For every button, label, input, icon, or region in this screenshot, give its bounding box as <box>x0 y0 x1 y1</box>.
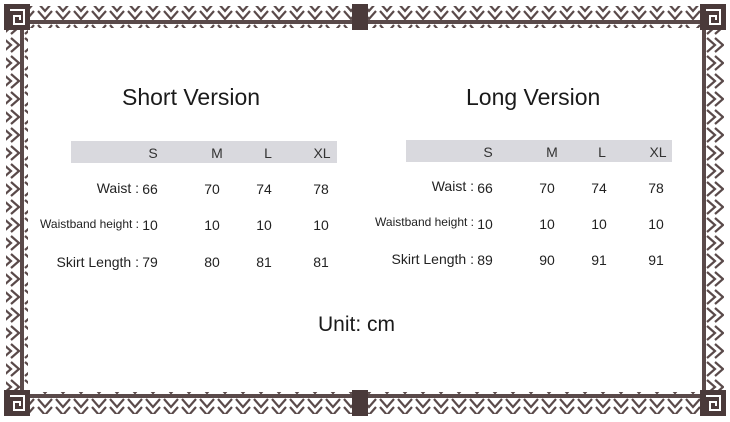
short-header-l: L <box>264 145 272 161</box>
long-header-xl: XL <box>649 144 667 160</box>
short-header-s: S <box>148 145 158 161</box>
long-waistband-l: 10 <box>591 216 607 232</box>
long-waist-xl: 78 <box>648 180 664 196</box>
unit-label: Unit: cm <box>318 313 396 336</box>
short-row-label-waist: Waist : <box>96 180 139 196</box>
short-length-m: 80 <box>204 254 220 270</box>
short-waist-m: 70 <box>204 181 220 197</box>
long-row-label-waist: Waist : <box>431 178 474 194</box>
long-length-m: 90 <box>539 252 555 268</box>
long-size-header-bar <box>406 140 672 162</box>
long-waist-l: 74 <box>591 180 607 196</box>
short-waist-xl: 78 <box>313 181 329 197</box>
long-header-s: S <box>483 144 493 160</box>
long-waistband-s: 10 <box>477 216 493 232</box>
short-size-header-bar <box>71 141 337 163</box>
short-length-s: 79 <box>142 254 158 270</box>
long-row-label-skirt-length: Skirt Length : <box>391 251 475 267</box>
long-length-s: 89 <box>477 252 493 268</box>
short-waistband-m: 10 <box>204 217 220 233</box>
short-waistband-s: 10 <box>142 217 158 233</box>
short-row-label-waistband: Waistband height : <box>40 217 139 231</box>
decorative-border <box>4 4 726 416</box>
long-header-l: L <box>598 144 606 160</box>
short-waistband-xl: 10 <box>313 217 329 233</box>
long-header-m: M <box>546 144 558 160</box>
short-waist-l: 74 <box>256 181 272 197</box>
short-waistband-l: 10 <box>256 217 272 233</box>
short-header-m: M <box>211 145 223 161</box>
long-waistband-xl: 10 <box>648 216 664 232</box>
long-version-title: Long Version <box>466 84 601 110</box>
long-length-xl: 91 <box>648 252 664 268</box>
long-waist-s: 66 <box>477 180 493 196</box>
short-waist-s: 66 <box>142 181 158 197</box>
long-row-label-waistband: Waistband height : <box>375 215 474 229</box>
long-length-l: 91 <box>591 252 607 268</box>
long-waistband-m: 10 <box>539 216 555 232</box>
long-waist-m: 70 <box>539 180 555 196</box>
short-header-xl: XL <box>313 145 331 161</box>
short-row-label-skirt-length: Skirt Length : <box>56 254 140 270</box>
short-length-l: 81 <box>256 254 272 270</box>
short-version-title: Short Version <box>122 84 261 110</box>
short-length-xl: 81 <box>313 254 329 270</box>
